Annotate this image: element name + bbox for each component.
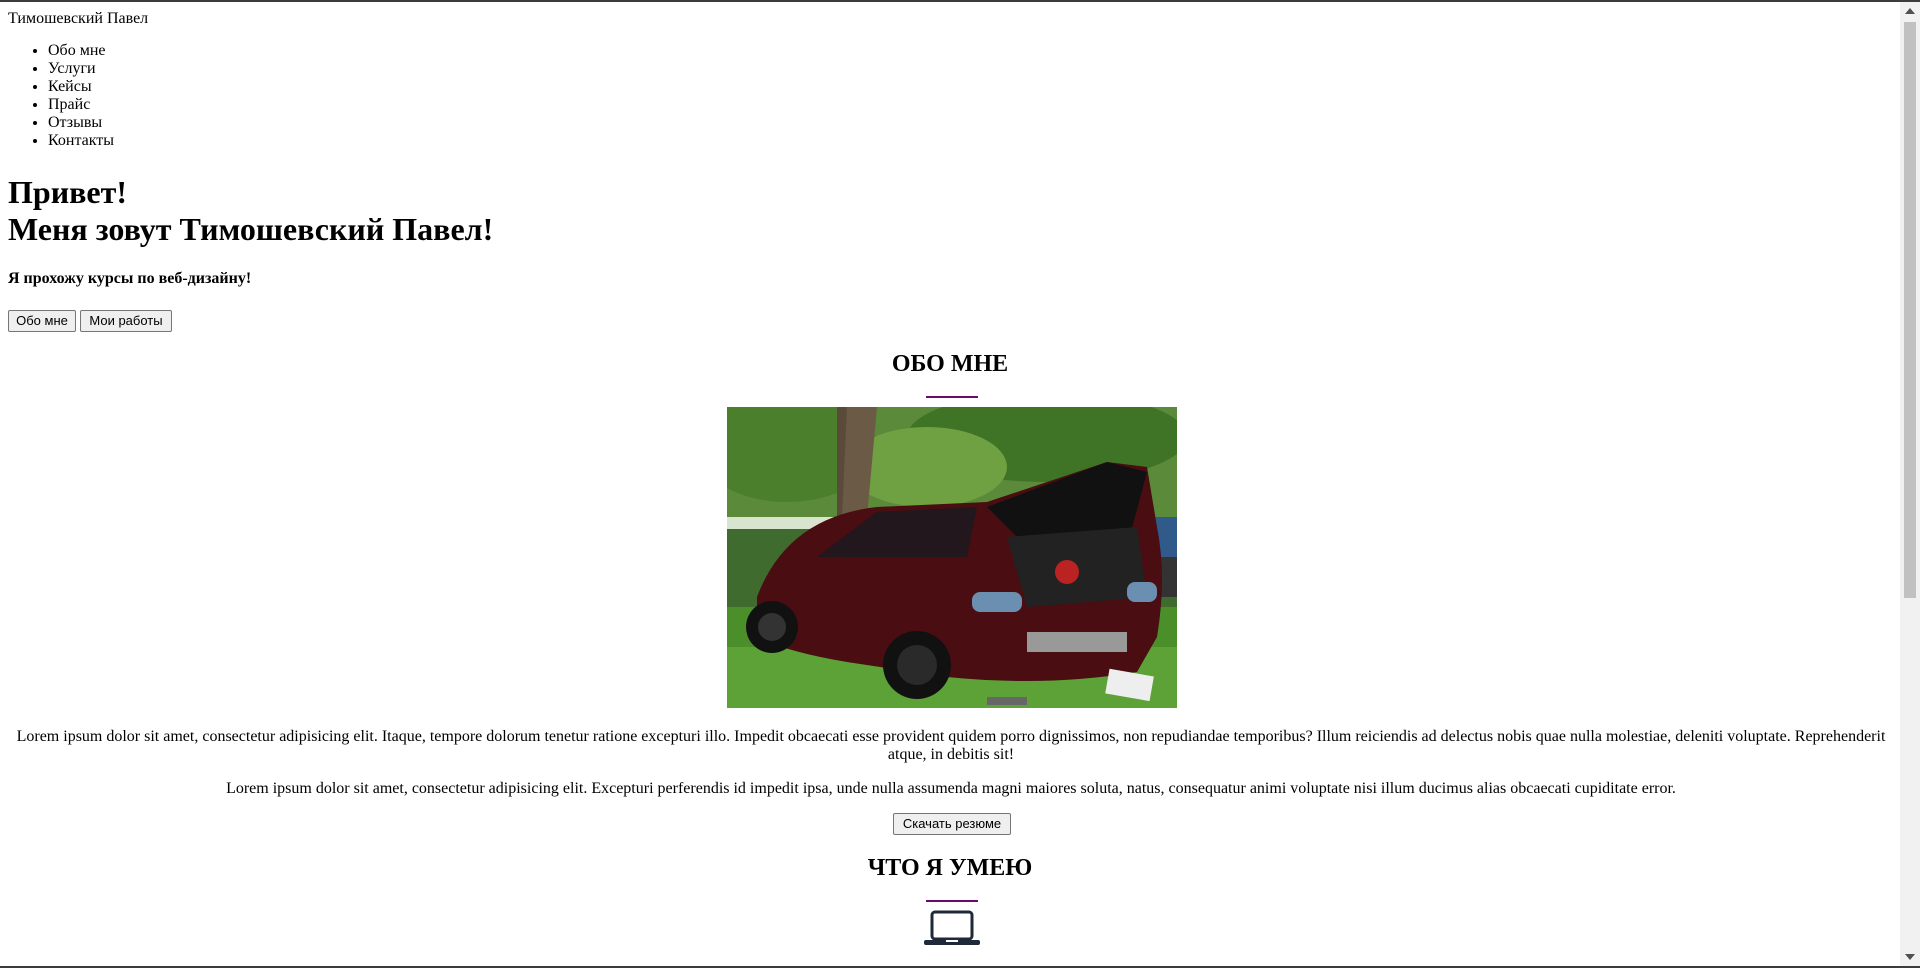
- nav-item-services: Услуги: [48, 60, 114, 78]
- about-title-divider: [926, 396, 978, 398]
- hero-title-line1: Привет!: [8, 174, 127, 210]
- page-viewport: Тимошевский Павел Обо мне Услуги Кейсы П…: [0, 2, 1900, 966]
- nav-link-reviews[interactable]: Отзывы: [48, 114, 102, 131]
- nav-item-about: Обо мне: [48, 42, 114, 60]
- vertical-scrollbar[interactable]: [1900, 2, 1920, 966]
- works-button[interactable]: Мои работы: [80, 310, 172, 332]
- scrollbar-thumb[interactable]: [1904, 22, 1916, 598]
- hero-title-line2: Меня зовут Тимошевский Павел!: [8, 211, 494, 247]
- about-button[interactable]: Обо мне: [8, 310, 76, 332]
- hero-subtitle: Я прохожу курсы по веб-дизайну!: [8, 270, 252, 287]
- about-section-title: ОБО МНЕ: [891, 351, 1009, 377]
- about-paragraph-2: Lorem ipsum dolor sit amet, consectetur …: [226, 780, 1676, 797]
- scroll-up-arrow-icon[interactable]: [1905, 8, 1915, 14]
- car-photo: [727, 407, 1177, 708]
- nav-item-contacts: Контакты: [48, 132, 114, 150]
- skills-title-divider: [926, 900, 978, 902]
- nav-item-reviews: Отзывы: [48, 114, 114, 132]
- nav-link-cases[interactable]: Кейсы: [48, 78, 92, 95]
- hero-title: Привет! Меня зовут Тимошевский Павел!: [8, 174, 493, 248]
- skills-section-title: ЧТО Я УМЕЮ: [867, 855, 1033, 881]
- about-paragraph-1: Lorem ipsum dolor sit amet, consectetur …: [16, 728, 1886, 763]
- nav-link-services[interactable]: Услуги: [48, 60, 96, 77]
- nav-item-price: Прайс: [48, 96, 114, 114]
- nav-link-contacts[interactable]: Контакты: [48, 132, 114, 149]
- laptop-icon: [924, 910, 980, 945]
- nav-link-price[interactable]: Прайс: [48, 96, 90, 113]
- download-resume-button[interactable]: Скачать резюме: [893, 813, 1011, 835]
- nav-link-about[interactable]: Обо мне: [48, 42, 105, 59]
- scroll-down-arrow-icon[interactable]: [1905, 954, 1915, 960]
- nav-item-cases: Кейсы: [48, 78, 114, 96]
- main-nav: Обо мне Услуги Кейсы Прайс Отзывы Контак…: [8, 42, 114, 150]
- site-brand: Тимошевский Павел: [8, 10, 149, 27]
